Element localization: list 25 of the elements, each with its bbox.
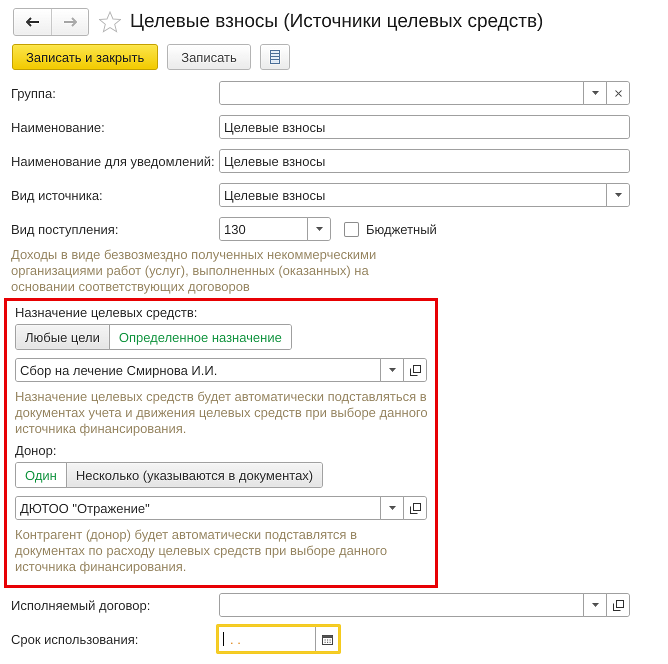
select-field[interactable]: 130: [219, 217, 331, 241]
field-label: Вид источника:: [11, 188, 104, 202]
field-label: Группа:: [11, 86, 57, 100]
text-field[interactable]: Целевые взносы: [219, 149, 630, 173]
hint-text: Доходы в виде безвозмездно полученных некоммерческими организациями работ (услуг), выполненных (оказанных) на основании соответствующих договоров: [10, 247, 378, 295]
text-field[interactable]: Целевые взносы: [219, 115, 630, 139]
select-field[interactable]: ДЮТОО "Отражение": [15, 496, 427, 520]
save-button[interactable]: Записать: [167, 44, 251, 70]
field-label: Исполняемый договор:: [11, 598, 152, 612]
field-label: Наименование для уведомлений:: [11, 154, 216, 168]
group-label: Донор:: [15, 443, 58, 458]
select-field[interactable]: Целевые взносы: [219, 183, 630, 207]
hint-text: Назначение целевых средств будет автоматически подставляться в документах учета и движения целевых средств при выборе данного источника финансирования.: [15, 389, 429, 437]
field-label: Наименование:: [11, 120, 106, 134]
toggle-option[interactable]: Несколько (указываются в документах): [66, 463, 322, 487]
field-label: Вид поступления:: [11, 222, 120, 236]
save-and-close-button[interactable]: Записать и закрыть: [12, 44, 158, 70]
group-label: Назначение целевых средств:: [15, 305, 198, 320]
window-title: Целевые взносы (Источники целевых средств): [130, 11, 544, 33]
field-label: Срок использования:: [11, 632, 140, 646]
toggle-option[interactable]: Определенное назначение: [108, 325, 291, 349]
checkbox-label: Бюджетный: [366, 222, 437, 236]
select-field[interactable]: Сбор на лечение Смирнова И.И.: [15, 358, 427, 382]
hint-text: Контрагент (донор) будет автоматически подставлятся в документах по расходу целевых средств при выборе данного источника финансирования.: [15, 527, 388, 575]
toggle-option[interactable]: Любые цели: [16, 325, 109, 349]
